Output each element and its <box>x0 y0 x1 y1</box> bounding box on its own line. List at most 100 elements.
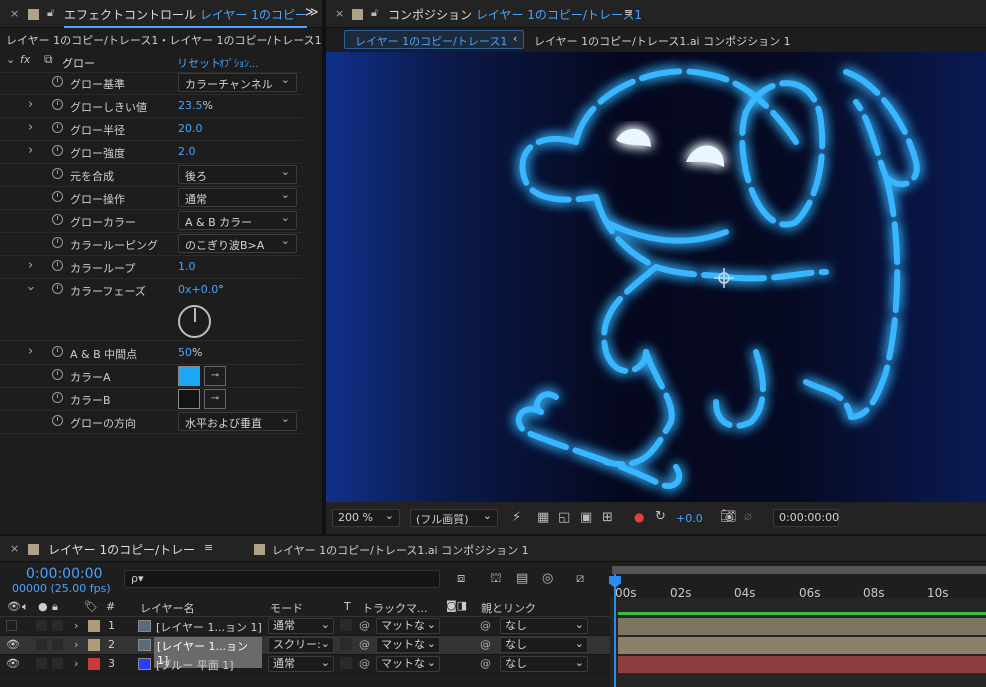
options-link[interactable]: ｵﾌﾟｼｮﾝ... <box>219 55 259 70</box>
stopwatch-icon[interactable] <box>52 369 63 380</box>
parent-dropdown[interactable]: なし ⌄ <box>500 618 588 634</box>
stopwatch-icon[interactable] <box>52 283 63 294</box>
stopwatch-icon[interactable] <box>52 168 63 179</box>
stopwatch-icon[interactable] <box>52 415 63 426</box>
expand-chevron-icon[interactable]: › <box>28 258 33 273</box>
parent-dropdown[interactable]: なし ⌄ <box>500 656 588 672</box>
tab-effect-controls[interactable]: エフェクトコントロール レイヤー 1のコピー <box>64 6 307 28</box>
close-tab-button[interactable]: × <box>10 7 19 20</box>
color-phase-value[interactable]: 0x+0.0° <box>178 283 224 296</box>
frame-blending-icon[interactable]: ▤ <box>516 571 528 586</box>
stopwatch-icon[interactable] <box>52 346 63 357</box>
close-tab-button[interactable]: × <box>335 7 344 20</box>
column-layer-name[interactable]: レイヤー名 <box>140 600 195 616</box>
blend-mode-dropdown[interactable]: 通常 ⌄ <box>268 618 334 634</box>
layer-duration-bar[interactable] <box>618 656 986 673</box>
matte-pickwhip-icon[interactable]: @ <box>359 657 370 670</box>
stopwatch-icon[interactable] <box>52 145 63 156</box>
glow-based-on-dropdown[interactable]: カラーチャンネル <box>178 73 297 92</box>
track-matte-dropdown[interactable]: マットな ⌄ <box>376 637 440 653</box>
matte-pickwhip-icon[interactable]: @ <box>359 619 370 632</box>
layer-name[interactable]: [ブルー 平面 1] <box>156 657 234 673</box>
fx-toggle-icon[interactable]: fx <box>20 53 30 66</box>
parent-dropdown[interactable]: なし ⌄ <box>500 637 588 653</box>
video-toggle[interactable] <box>6 620 17 631</box>
stopwatch-icon[interactable] <box>52 122 63 133</box>
eyedropper-icon[interactable]: ⊸ <box>204 366 226 386</box>
close-tab-button[interactable]: × <box>10 542 19 555</box>
color-looping-dropdown[interactable]: のこぎり波B>A <box>178 234 297 253</box>
color-a-swatch[interactable] <box>178 366 200 386</box>
expand-chevron-icon[interactable]: › <box>74 657 78 670</box>
expand-chevron-icon[interactable]: › <box>74 638 78 651</box>
ab-midpoint-value[interactable]: 50% <box>178 346 202 359</box>
guides-icon[interactable]: ⊞ <box>602 510 613 525</box>
transparency-grid-icon[interactable]: ▦ <box>537 510 549 525</box>
resolution-dropdown[interactable]: (フル画質) ⌄ <box>410 509 498 527</box>
lock-toggle[interactable] <box>52 658 63 669</box>
phase-angle-dial[interactable] <box>178 305 211 338</box>
motion-blur-icon[interactable]: ◎ <box>542 571 553 586</box>
solo-toggle[interactable] <box>36 620 47 631</box>
eye-icon[interactable]: 👁︎ <box>6 657 20 670</box>
solo-toggle[interactable] <box>36 639 47 650</box>
layer-label-color[interactable] <box>88 639 100 651</box>
lock-toggle[interactable] <box>52 620 63 631</box>
lock-toggle[interactable] <box>52 639 63 650</box>
collapse-effect-chevron[interactable]: ⌄ <box>6 53 15 66</box>
stopwatch-icon[interactable] <box>52 260 63 271</box>
preserve-transparency-toggle[interactable] <box>340 638 352 650</box>
stopwatch-icon[interactable] <box>52 392 63 403</box>
stopwatch-icon[interactable] <box>52 99 63 110</box>
composition-flowchart-icon[interactable]: ⧈ <box>457 571 465 586</box>
blend-mode-dropdown[interactable]: スクリー: ⌄ <box>268 637 334 653</box>
parent-pickwhip-icon[interactable]: @ <box>480 619 491 632</box>
color-loops-value[interactable]: 1.0 <box>178 260 196 273</box>
color-b-swatch[interactable] <box>178 389 200 409</box>
lock-icon[interactable]: 🔓︎ <box>47 6 54 20</box>
layer-row[interactable]: 👁︎ › 3 [ブルー 平面 1] 通常 ⌄ @ マットな ⌄ @ なし ⌄ <box>0 655 610 674</box>
fast-preview-icon[interactable]: ⚡︎ <box>512 510 521 525</box>
tab-timeline-other[interactable]: レイヤー 1のコピー/トレース1.ai コンポジション 1 <box>272 542 529 558</box>
panel-menu-button[interactable]: ≡ <box>624 6 633 19</box>
layer-row[interactable]: 👁︎ › 2 [レイヤー 1...ョン 1] スクリー: ⌄ @ マットな ⌄ @ … <box>0 636 610 668</box>
snapshot-camera-icon[interactable]: 📷︎ <box>720 509 737 524</box>
tab-composition[interactable]: コンポジション レイヤー 1のコピー/トレース1 <box>388 6 642 23</box>
reset-link[interactable]: リセット <box>177 55 221 71</box>
layer-duration-bar[interactable] <box>618 637 986 654</box>
reset-exposure-icon[interactable]: ↻ <box>655 509 666 524</box>
breadcrumb-composition[interactable]: レイヤー 1のコピー/トレース1.ai コンポジション 1 <box>534 33 791 49</box>
stopwatch-icon[interactable] <box>52 191 63 202</box>
panel-menu-button[interactable]: ≫ <box>305 5 319 20</box>
expand-chevron-icon[interactable]: › <box>28 97 33 112</box>
panel-menu-button[interactable]: ≡ <box>204 541 213 554</box>
show-snapshot-icon[interactable]: ⌀ <box>744 509 752 524</box>
stopwatch-icon[interactable] <box>52 76 63 87</box>
composition-viewer[interactable] <box>326 52 986 502</box>
work-area-bar[interactable] <box>612 566 986 574</box>
expand-chevron-icon[interactable]: › <box>74 619 78 632</box>
region-of-interest-icon[interactable]: ▣ <box>580 510 592 525</box>
track-matte-dropdown[interactable]: マットな ⌄ <box>376 618 440 634</box>
matte-pickwhip-icon[interactable]: @ <box>359 638 370 651</box>
layer-duration-bar[interactable] <box>618 618 986 635</box>
anchor-point-icon[interactable] <box>714 268 734 288</box>
glow-colors-dropdown[interactable]: A & B カラー <box>178 211 297 230</box>
collapse-chevron-icon[interactable]: › <box>23 286 38 291</box>
composite-original-dropdown[interactable]: 後ろ <box>178 165 297 184</box>
current-timecode[interactable]: 0:00:00:00 <box>26 566 103 582</box>
glow-intensity-value[interactable]: 2.0 <box>178 145 196 158</box>
eyedropper-icon[interactable]: ⊸ <box>204 389 226 409</box>
blend-mode-dropdown[interactable]: 通常 ⌄ <box>268 656 334 672</box>
shy-layers-icon[interactable]: ⛫ <box>490 571 502 588</box>
layer-search-input[interactable]: ρ▾ <box>124 570 440 588</box>
glow-operation-dropdown[interactable]: 通常 <box>178 188 297 207</box>
expand-chevron-icon[interactable]: › <box>28 120 33 135</box>
layer-label-color[interactable] <box>88 658 100 670</box>
preserve-transparency-toggle[interactable] <box>340 619 352 631</box>
current-time-indicator[interactable] <box>614 574 616 687</box>
expand-chevron-icon[interactable]: › <box>28 344 33 359</box>
expand-chevron-icon[interactable]: › <box>28 143 33 158</box>
glow-threshold-value[interactable]: 23.5% <box>178 99 213 112</box>
layer-row[interactable]: › 1 [レイヤー 1...ョン 1] 通常 ⌄ @ マットな ⌄ @ なし ⌄ <box>0 617 610 636</box>
